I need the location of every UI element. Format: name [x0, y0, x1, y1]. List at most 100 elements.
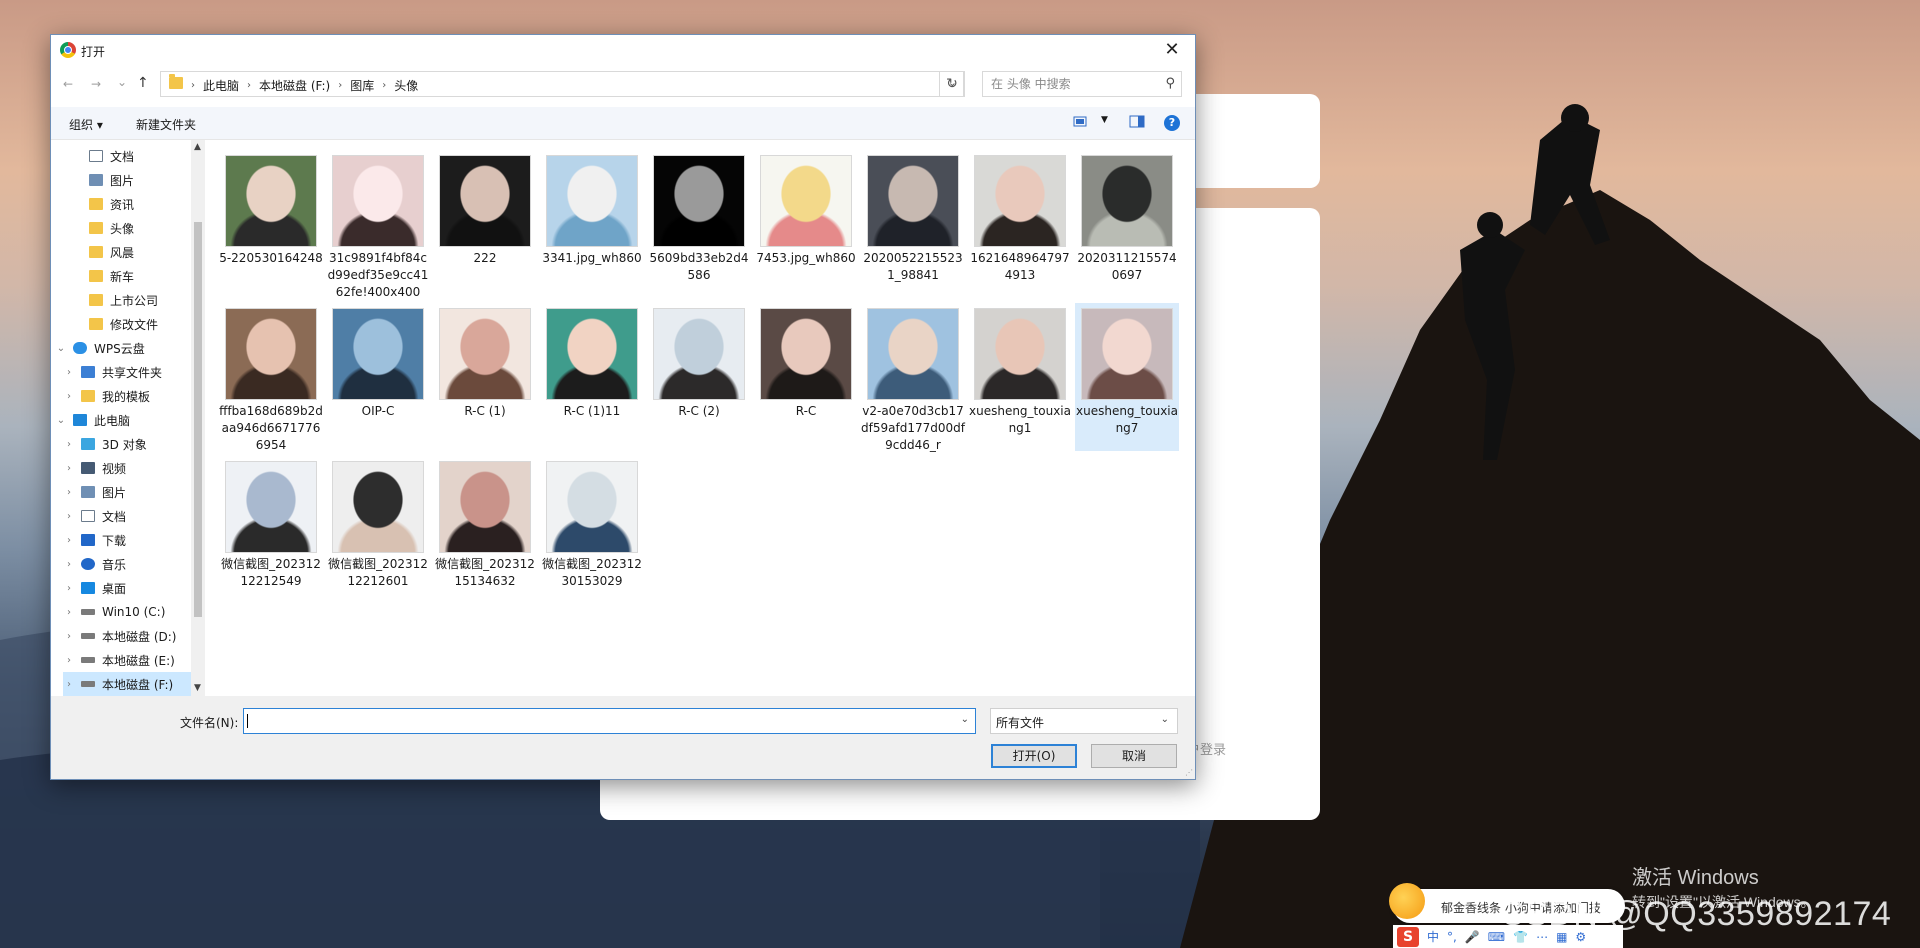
- sidebar-item[interactable]: › 共享文件夹: [63, 360, 191, 384]
- file-item[interactable]: 5609bd33eb2d4586: [647, 150, 751, 298]
- chevron-down-icon[interactable]: ⌄: [55, 343, 67, 354]
- sogou-logo-icon[interactable]: S: [1397, 926, 1419, 947]
- help-icon[interactable]: ?: [1164, 115, 1180, 131]
- file-item[interactable]: 222: [433, 150, 537, 298]
- new-folder-button[interactable]: 新建文件夹: [136, 116, 196, 133]
- more-icon[interactable]: ⋯: [1536, 930, 1548, 944]
- scrollbar-thumb[interactable]: [194, 222, 202, 617]
- sidebar-item[interactable]: › 本地磁盘 (D:): [63, 624, 191, 648]
- open-button[interactable]: 打开(O): [991, 744, 1077, 768]
- ime-punct-icon[interactable]: °,: [1447, 930, 1457, 944]
- file-item[interactable]: 微信截图_20231230153029: [540, 456, 644, 604]
- resize-grip-icon[interactable]: ⋰: [1185, 768, 1193, 777]
- file-item[interactable]: 20200522155231_98841: [861, 150, 965, 298]
- file-type-select[interactable]: 所有文件 ⌄: [990, 708, 1178, 734]
- file-item[interactable]: 3341.jpg_wh860: [540, 150, 644, 298]
- file-item[interactable]: 31c9891f4bf84cd99edf35e9cc4162fe!400x400: [326, 150, 430, 299]
- chevron-right-icon[interactable]: ›: [63, 679, 75, 690]
- sidebar-item[interactable]: › 我的模板: [63, 384, 191, 408]
- file-item[interactable]: xuesheng_touxiang7: [1075, 303, 1179, 451]
- sidebar-item[interactable]: 资讯✦: [71, 192, 204, 216]
- sidebar-item[interactable]: 图片✦: [71, 168, 204, 192]
- file-item[interactable]: R-C: [754, 303, 858, 451]
- chevron-right-icon[interactable]: ›: [63, 391, 75, 402]
- sidebar-item[interactable]: › Win10 (C:): [63, 600, 191, 624]
- sidebar-item[interactable]: ⌄ WPS云盘: [55, 336, 191, 360]
- file-item[interactable]: OIP-C: [326, 303, 430, 451]
- sidebar-item[interactable]: ⌄ 此电脑: [55, 408, 191, 432]
- filename-field[interactable]: ⌄: [243, 708, 976, 734]
- cancel-button[interactable]: 取消: [1091, 744, 1177, 768]
- chevron-right-icon[interactable]: ›: [63, 535, 75, 546]
- sidebar-item[interactable]: › 图片: [63, 480, 191, 504]
- view-dropdown-icon[interactable]: ▼: [1101, 115, 1108, 125]
- file-item[interactable]: 5-220530164248: [219, 150, 323, 298]
- search-icon[interactable]: ⚲: [1165, 76, 1175, 91]
- sidebar-item[interactable]: › 下载: [63, 528, 191, 552]
- change-view-icon[interactable]: [1073, 115, 1089, 129]
- sidebar-item[interactable]: 文档✦: [71, 144, 204, 168]
- sidebar-item[interactable]: › 音乐: [63, 552, 191, 576]
- file-item[interactable]: R-C (1): [433, 303, 537, 451]
- close-button[interactable]: ✕: [1149, 35, 1195, 65]
- recent-locations-button[interactable]: ⌄: [117, 75, 127, 89]
- chevron-down-icon[interactable]: ⌄: [1161, 714, 1169, 725]
- chevron-right-icon[interactable]: ›: [63, 511, 75, 522]
- sidebar-item[interactable]: 修改文件: [71, 312, 191, 336]
- chevron-right-icon[interactable]: ›: [63, 463, 75, 474]
- file-item[interactable]: 20203112155740697: [1075, 150, 1179, 298]
- chevron-right-icon[interactable]: ›: [63, 487, 75, 498]
- organize-button[interactable]: 组织 ▾: [69, 116, 103, 133]
- sidebar-item[interactable]: 上市公司: [71, 288, 191, 312]
- up-button[interactable]: ↑: [137, 75, 149, 91]
- ime-toolbar[interactable]: S 中 °, 🎤 ⌨ 👕 ⋯ ▦ ⚙: [1393, 925, 1623, 948]
- sidebar-item[interactable]: › 本地磁盘 (E:): [63, 648, 191, 672]
- sidebar-item[interactable]: 风晨: [71, 240, 191, 264]
- back-button[interactable]: ←: [63, 77, 73, 91]
- chevron-right-icon[interactable]: ›: [63, 655, 75, 666]
- file-item[interactable]: xuesheng_touxiang1: [968, 303, 1072, 451]
- search-input[interactable]: [989, 76, 1153, 92]
- sidebar-item[interactable]: › 桌面: [63, 576, 191, 600]
- sidebar-item[interactable]: › 视频: [63, 456, 191, 480]
- file-item[interactable]: R-C (1)11: [540, 303, 644, 451]
- file-item[interactable]: 7453.jpg_wh860: [754, 150, 858, 298]
- sidebar-item[interactable]: › 3D 对象: [63, 432, 191, 456]
- dialog-titlebar[interactable]: 打开 ✕: [51, 35, 1195, 65]
- breadcrumb-drive-f[interactable]: 本地磁盘 (F:): [259, 77, 330, 94]
- file-item[interactable]: 16216489647974913: [968, 150, 1072, 298]
- skin-icon[interactable]: 👕: [1513, 930, 1528, 944]
- refresh-button[interactable]: ↻: [939, 71, 965, 97]
- file-item[interactable]: 微信截图_20231212212601: [326, 456, 430, 604]
- scroll-up-icon[interactable]: ▲: [194, 142, 201, 152]
- breadcrumb-gallery[interactable]: 图库: [350, 77, 374, 94]
- chevron-right-icon[interactable]: ›: [63, 607, 75, 618]
- chevron-right-icon[interactable]: ›: [63, 583, 75, 594]
- chevron-down-icon[interactable]: ⌄: [961, 714, 969, 725]
- breadcrumb-this-pc[interactable]: 此电脑: [203, 77, 239, 94]
- chevron-right-icon[interactable]: ›: [63, 367, 75, 378]
- preview-pane-icon[interactable]: [1129, 115, 1145, 129]
- chevron-down-icon[interactable]: ⌄: [55, 415, 67, 426]
- settings-icon[interactable]: ⚙: [1575, 930, 1586, 944]
- file-item[interactable]: R-C (2): [647, 303, 751, 451]
- address-bar[interactable]: › 此电脑 › 本地磁盘 (F:) › 图库 › 头像 ⌄: [160, 71, 964, 97]
- breadcrumb-avatar[interactable]: 头像: [394, 77, 418, 94]
- sidebar-item[interactable]: › 文档: [63, 504, 191, 528]
- scroll-down-icon[interactable]: ▼: [194, 683, 201, 693]
- sidebar-item[interactable]: 新车: [71, 264, 191, 288]
- chevron-right-icon[interactable]: ›: [63, 631, 75, 642]
- search-box[interactable]: ⚲: [982, 71, 1182, 97]
- microphone-icon[interactable]: 🎤: [1465, 930, 1480, 944]
- ime-lang-toggle[interactable]: 中: [1427, 928, 1439, 945]
- forward-button[interactable]: →: [91, 77, 101, 91]
- keyboard-icon[interactable]: ⌨: [1488, 930, 1505, 944]
- sidebar-item[interactable]: 头像✦: [71, 216, 204, 240]
- file-item[interactable]: 微信截图_20231212212549: [219, 456, 323, 604]
- file-item[interactable]: fffba168d689b2daa946d66717766954: [219, 303, 323, 452]
- file-item[interactable]: v2-a0e70d3cb17df59afd177d00df9cdd46_r: [861, 303, 965, 452]
- chevron-right-icon[interactable]: ›: [63, 439, 75, 450]
- sidebar-item[interactable]: › 本地磁盘 (F:): [63, 672, 191, 696]
- grid-icon[interactable]: ▦: [1556, 930, 1567, 944]
- navigation-scrollbar[interactable]: ▲ ▼: [191, 140, 205, 696]
